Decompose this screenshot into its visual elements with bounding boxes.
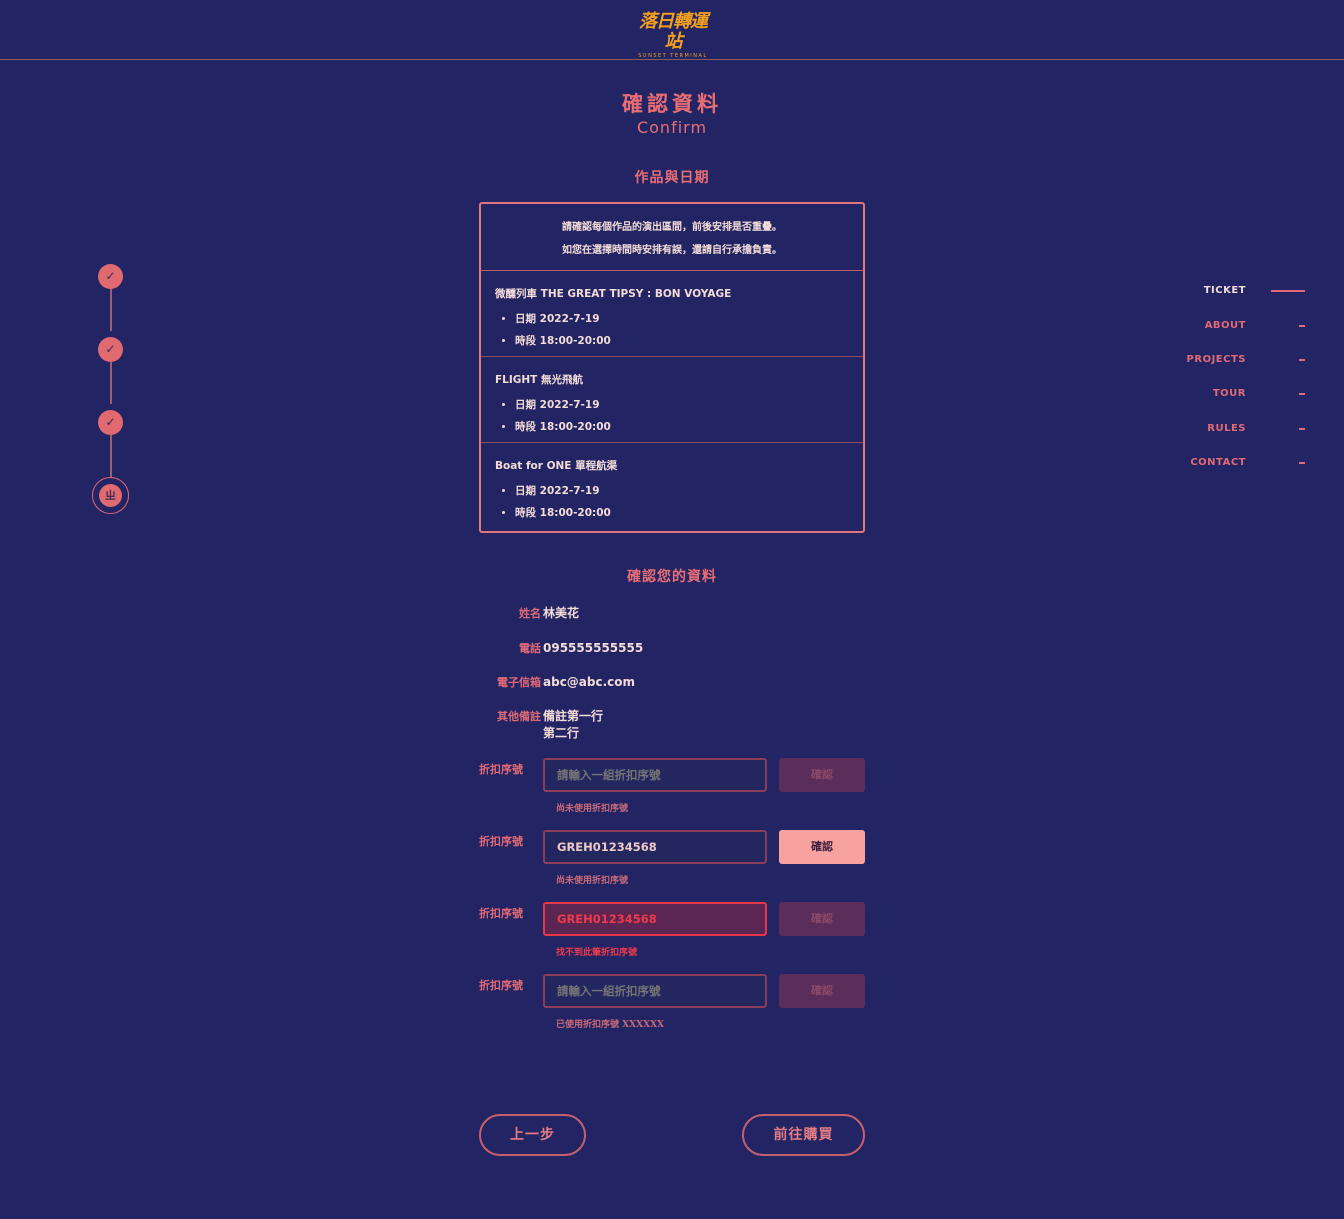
nav-dash [1299,393,1305,395]
side-nav-tour[interactable]: TOUR [1126,388,1246,399]
step-4-current[interactable]: ㄓ [99,484,122,507]
work-time: 時段 18:00-20:00 [515,503,863,525]
name-value: 林美花 [543,606,580,620]
check-icon: ✓ [105,415,116,429]
schedule-notice: 請確認每個作品的演出區間，前後安排是否重疊。 如您在選擇時間時安排有誤，還請自行… [481,204,863,271]
notice-line-1: 請確認每個作品的演出區間，前後安排是否重疊。 [562,222,782,233]
notes-line-2: 第二行 [543,726,580,740]
ticket-icon: ㄓ [105,489,116,502]
name-label: 姓名 [519,607,541,620]
discount-confirm-button[interactable]: 確認 [779,974,865,1008]
discount-code-input[interactable] [543,758,767,792]
work-time: 時段 18:00-20:00 [515,331,863,353]
work-item: FLIGHT 無光飛航 日期 2022-7-19 時段 18:00-20:00 [481,357,863,443]
phone-value: 095555555555 [543,641,644,655]
discount-code-input[interactable] [543,830,767,864]
work-title: Boat for ONE 單程航渠 [495,460,618,472]
notes-line-1: 備註第一行 [543,709,604,723]
discount-label: 折扣序號 [479,835,523,848]
discount-label: 折扣序號 [479,979,523,992]
step-connector [110,362,112,404]
discount-label: 折扣序號 [479,907,523,920]
phone-label: 電話 [519,642,541,655]
notice-line-2: 如您在選擇時間時安排有誤，還請自行承擔負責。 [562,245,782,256]
page-subtitle: Confirm [636,118,708,137]
work-item: Boat for ONE 單程航渠 日期 2022-7-19 時段 18:00-… [481,443,863,529]
nav-dash [1299,462,1305,464]
step-connector [110,289,112,331]
notes-label: 其他備註 [497,710,541,723]
notes-value: 備註第一行 第二行 [543,708,603,742]
page-title: 確認資料 [622,92,722,116]
step-2-done[interactable]: ✓ [98,337,123,362]
check-icon: ✓ [105,269,116,283]
side-nav-contact[interactable]: CONTACT [1126,457,1246,468]
info-section-title: 確認您的資料 [627,569,717,585]
logo-subtext: SUNSET TERMINAL [638,53,708,59]
work-title: FLIGHT 無光飛航 [495,374,583,386]
discount-status-message: 尚未使用折扣序號 [556,804,629,814]
discount-confirm-button[interactable]: 確認 [779,902,865,936]
works-summary-box: 請確認每個作品的演出區間，前後安排是否重疊。 如您在選擇時間時安排有誤，還請自行… [479,202,865,533]
side-nav-ticket[interactable]: TICKET [1126,285,1246,296]
discount-status-message: 尚未使用折扣序號 [556,876,629,886]
discount-confirm-button[interactable]: 確認 [779,758,865,792]
discount-confirm-button[interactable]: 確認 [779,830,865,864]
side-nav-projects[interactable]: PROJECTS [1126,354,1246,365]
email-label: 電子信箱 [497,676,541,689]
work-date: 日期 2022-7-19 [515,395,863,417]
work-date: 日期 2022-7-19 [515,309,863,331]
step-3-done[interactable]: ✓ [98,410,123,435]
work-item: 微醺列車 THE GREAT TIPSY : BON VOYAGE 日期 202… [481,271,863,357]
discount-code-input[interactable] [543,974,767,1008]
discount-code-input[interactable] [543,902,767,936]
step-connector [110,435,112,477]
side-nav-rules[interactable]: RULES [1126,423,1246,434]
work-date: 日期 2022-7-19 [515,481,863,503]
nav-dash [1299,359,1305,361]
active-indicator [1271,290,1305,292]
email-value: abc@abc.com [543,675,636,689]
discount-label: 折扣序號 [479,763,523,776]
nav-dash [1299,325,1305,327]
site-header: 落日轉運站 SUNSET TERMINAL [0,0,1344,60]
site-logo[interactable]: 落日轉運站 SUNSET TERMINAL [632,12,714,60]
work-time: 時段 18:00-20:00 [515,417,863,439]
check-icon: ✓ [105,342,116,356]
work-title: 微醺列車 THE GREAT TIPSY : BON VOYAGE [495,288,732,300]
step-1-done[interactable]: ✓ [98,264,123,289]
logo-text: 落日轉運站 [639,11,708,52]
side-nav-about[interactable]: ABOUT [1126,320,1246,331]
back-button[interactable]: 上一步 [479,1114,586,1156]
discount-status-message: 已使用折扣序號 XXXXXX [556,1020,665,1030]
proceed-to-purchase-button[interactable]: 前往購買 [742,1114,865,1156]
nav-dash [1299,428,1305,430]
works-section-title: 作品與日期 [634,170,710,186]
discount-error-message: 找不到此筆折扣序號 [556,948,638,958]
